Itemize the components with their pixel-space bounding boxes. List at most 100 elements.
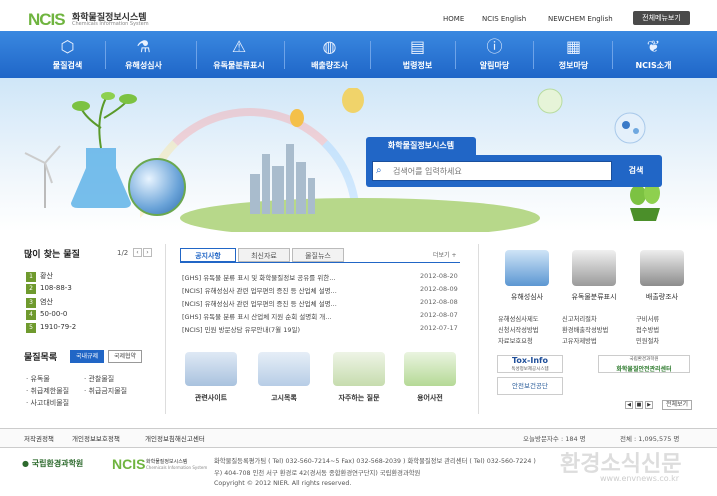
- service-link[interactable]: 구비서류: [636, 314, 659, 323]
- tab-latest-data[interactable]: 최신자료: [238, 248, 290, 262]
- warning-icon: ⚠: [231, 37, 247, 56]
- privacy-policy-link[interactable]: 개인정보보호정책: [72, 433, 120, 443]
- copyright-policy-link[interactable]: 저작권정책: [24, 433, 54, 443]
- notice-date: 2012-08-20: [420, 272, 458, 280]
- search-input[interactable]: [372, 161, 612, 181]
- toxic-classification-icon[interactable]: [572, 250, 616, 286]
- popular-item[interactable]: 2 108-88-3: [26, 284, 72, 294]
- tab-domestic-regulation[interactable]: 국내규제: [70, 350, 104, 363]
- globe-illustration: [128, 158, 186, 216]
- nav-toxic-classification[interactable]: ⚠ 유독물분류표시: [199, 31, 279, 78]
- prev-arrow-icon[interactable]: ‹: [133, 248, 142, 257]
- list-item[interactable]: · 유독물: [26, 374, 50, 384]
- notice-list-icon[interactable]: [258, 352, 310, 386]
- all-menu-button[interactable]: 전체메뉴보기: [633, 11, 690, 25]
- kosha-banner[interactable]: 안전보건공단: [497, 377, 563, 395]
- service-link[interactable]: 환경배출작성방법: [562, 325, 608, 334]
- wind-turbine-illustration: [24, 145, 61, 208]
- tox-info-banner[interactable]: Tox-Info 독성정보제공시스템: [497, 355, 563, 373]
- more-notice-link[interactable]: 더보기 +: [433, 250, 457, 259]
- nav-info-board[interactable]: ▦ 정보마당: [536, 31, 611, 78]
- substance-list-title: 물질목록: [24, 353, 58, 363]
- list-item[interactable]: · 취급금지물질: [84, 386, 127, 396]
- ncis-english-link[interactable]: NCIS English: [482, 15, 526, 23]
- hazard-review-link[interactable]: 유해성심사: [492, 292, 562, 302]
- nav-ncis-intro[interactable]: ❦ NCIS소개: [616, 31, 691, 78]
- footer-address: 화학물질등록평가팀 ( Tel) 032-560-7214~5 Fax) 032…: [214, 458, 536, 465]
- emission-survey-icon[interactable]: [640, 250, 684, 286]
- search-icon: ⌕: [376, 165, 382, 176]
- service-link[interactable]: 신청서작성방법: [498, 325, 539, 334]
- footer-copyright: Copyright © 2012 NIER. All rights reserv…: [214, 480, 352, 487]
- popular-item[interactable]: 1 황산: [26, 271, 53, 282]
- list-item[interactable]: · 사고대비물질: [26, 398, 69, 408]
- notice-list-link[interactable]: 고시목록: [254, 393, 314, 403]
- nav-substance-search[interactable]: ⬡ 물질검색: [30, 31, 105, 78]
- today-visitors: 오늘방문자수 : 184 명: [523, 435, 586, 443]
- popular-substances-title: 많이 찾는 물질: [24, 250, 80, 260]
- search-title: 화학물질정보시스템: [366, 137, 476, 155]
- service-link[interactable]: 자료보호요청: [498, 336, 533, 345]
- ncis-footer-name: 화학물질정보시스템 Chemicals Information System: [146, 459, 208, 470]
- globe-icon: ◍: [322, 37, 337, 56]
- banner-next-icon[interactable]: ▶: [645, 401, 653, 409]
- total-visitors: 전체 : 1,095,575 명: [620, 435, 680, 443]
- nav-hazard-review[interactable]: ⚗ 유해성심사: [106, 31, 181, 78]
- notice-row[interactable]: [NCIS] 유해성심사 관련 업무편의 증진 등 산업체 설명...: [182, 285, 392, 295]
- service-link[interactable]: 신고처리절차: [562, 314, 597, 323]
- service-link[interactable]: 고유자제방법: [562, 336, 597, 345]
- notice-row[interactable]: [GHS] 유독물 분류 표시 및 화학물질정보 공유를 위한...: [182, 272, 392, 282]
- notice-row[interactable]: [GHS] 유독물 분류 표시 산업체 지원 순회 설명회 개...: [182, 311, 392, 321]
- list-item[interactable]: · 취급제한물질: [26, 386, 69, 396]
- tab-international-convention[interactable]: 국제협약: [108, 350, 142, 363]
- molecule-bubbles-illustration: [537, 88, 646, 144]
- banner-stop-icon[interactable]: ■: [635, 401, 643, 409]
- popular-item[interactable]: 3 염산: [26, 297, 53, 308]
- newchem-english-link[interactable]: NEWCHEM English: [548, 15, 613, 23]
- leaf-icon: ❦: [646, 37, 661, 56]
- service-link[interactable]: 유해성심사제도: [498, 314, 539, 323]
- tab-substance-news[interactable]: 물질뉴스: [292, 248, 344, 262]
- hill-illustration: [180, 198, 540, 232]
- alert-icon: ⓘ: [486, 37, 503, 56]
- service-link[interactable]: 민원절차: [636, 336, 659, 345]
- tab-notice[interactable]: 공지사항: [180, 248, 236, 262]
- related-sites-link[interactable]: 관련사이트: [181, 393, 241, 403]
- glossary-icon[interactable]: [404, 352, 456, 386]
- balloons-illustration: [290, 88, 364, 127]
- nav-notice-board[interactable]: ⓘ 알림마당: [457, 31, 532, 78]
- popular-item[interactable]: 4 50-00-0: [26, 310, 67, 320]
- watermark-url: www.envnews.co.kr: [600, 474, 680, 483]
- privacy-report-link[interactable]: 개인정보침해신고센터: [145, 433, 205, 443]
- banner-prev-icon[interactable]: ◀: [625, 401, 633, 409]
- view-all-banners-button[interactable]: 전체보기: [662, 400, 692, 410]
- glossary-link[interactable]: 용어사전: [400, 393, 460, 403]
- search-button[interactable]: 검색: [616, 161, 656, 181]
- notice-date: 2012-08-07: [420, 311, 458, 319]
- footer-address: 우) 404-708 인천 서구 환경로 42(경서동 종합환경연구단지) 국립…: [214, 470, 421, 477]
- list-item[interactable]: · 관찰물질: [84, 374, 114, 384]
- notice-row[interactable]: [NCIS] 유해성심사 관련 업무편의 증진 등 산업체 설명...: [182, 298, 392, 308]
- home-link[interactable]: HOME: [443, 15, 464, 23]
- popular-page-indicator: 1/2: [117, 249, 129, 257]
- chemical-safety-center-banner[interactable]: 국립환경과학원 화학물질안전관리센터: [598, 355, 690, 373]
- faq-icon[interactable]: [333, 352, 385, 386]
- notice-date: 2012-08-09: [420, 285, 458, 293]
- board-icon: ▦: [565, 37, 582, 56]
- ncis-footer-logo: NCIS: [112, 456, 146, 472]
- book-icon: ▤: [409, 37, 426, 56]
- nav-emission-survey[interactable]: ◍ 배출량조사: [292, 31, 367, 78]
- popular-item[interactable]: 5 1910-79-2: [26, 323, 76, 333]
- next-arrow-icon[interactable]: ›: [143, 248, 152, 257]
- related-sites-icon[interactable]: [185, 352, 237, 386]
- hazard-review-icon[interactable]: [505, 250, 549, 286]
- notice-row[interactable]: [NCIS] 민원 방문상담 유무안내(7월 19일): [182, 324, 392, 334]
- faq-link[interactable]: 자주하는 질문: [329, 393, 389, 403]
- ncis-logo[interactable]: NCIS: [28, 10, 66, 30]
- toxic-classification-link[interactable]: 유독물분류표시: [559, 292, 629, 302]
- nier-logo: ● 국립환경과학원: [22, 459, 84, 468]
- logo-title-en: Chemicals Information System: [72, 21, 149, 27]
- service-link[interactable]: 접수방법: [636, 325, 659, 334]
- emission-survey-link[interactable]: 배출량조사: [627, 292, 697, 302]
- nav-law-info[interactable]: ▤ 법령정보: [380, 31, 455, 78]
